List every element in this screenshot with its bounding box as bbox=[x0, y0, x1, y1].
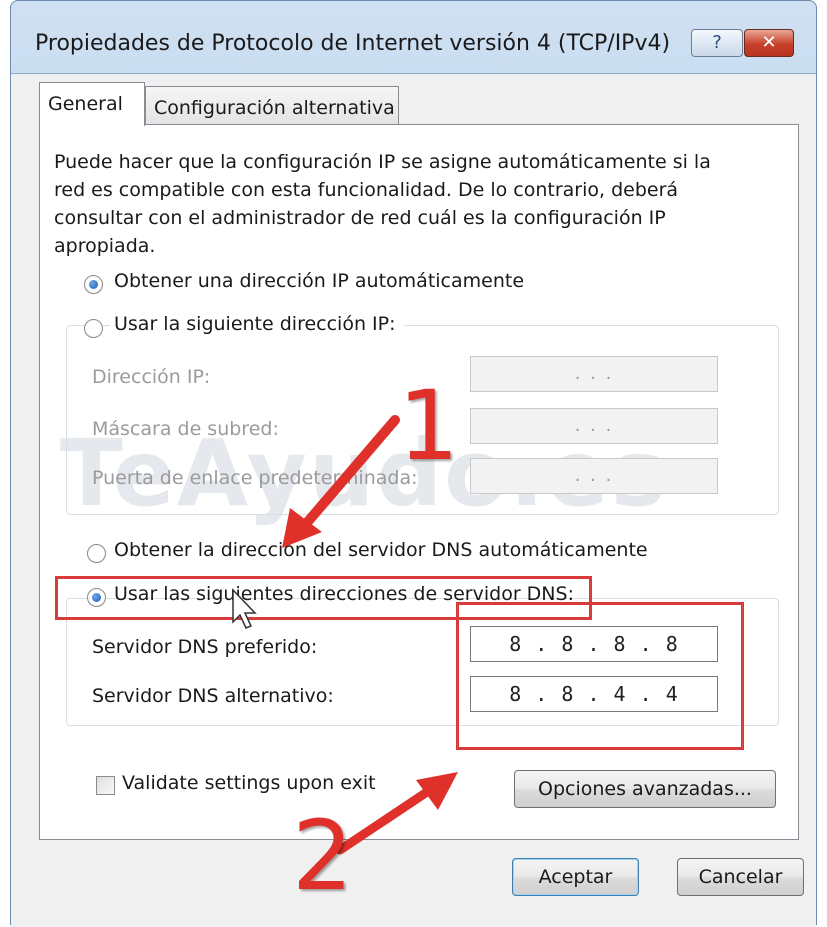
tab-general[interactable]: General bbox=[39, 82, 145, 126]
annotation-step-2: 2 bbox=[292, 800, 354, 912]
arrow-1-icon bbox=[282, 415, 400, 548]
annotation-step-1: 1 bbox=[398, 370, 460, 482]
arrow-2-icon bbox=[335, 772, 458, 855]
mouse-cursor-icon bbox=[232, 588, 257, 629]
